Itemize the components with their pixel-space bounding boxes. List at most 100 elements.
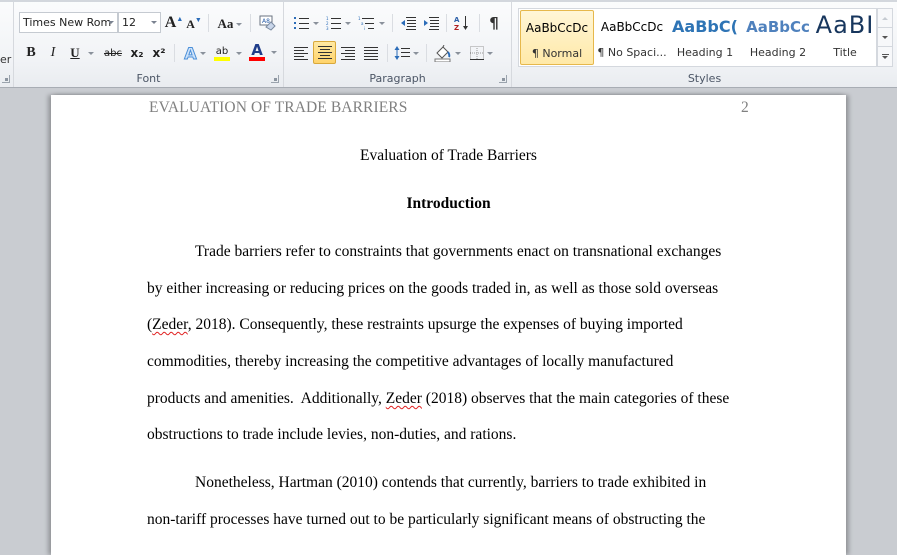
change-case-button[interactable]: Aa (216, 14, 244, 34)
highlight-button[interactable]: ab (212, 43, 244, 63)
text-effects-button[interactable]: A (182, 43, 208, 63)
subscript-icon: x₂ (130, 46, 144, 60)
separator (446, 14, 447, 32)
font-size-value: 12 (122, 16, 136, 29)
font-dialog-launcher[interactable] (271, 75, 279, 83)
multilevel-list-button[interactable]: 1ai (356, 13, 386, 33)
justify-button[interactable] (360, 42, 382, 64)
align-center-button[interactable] (313, 41, 336, 64)
chevron-down-icon (236, 22, 243, 26)
superscript-button[interactable]: x² (150, 43, 168, 63)
more-icon-bar (881, 54, 889, 55)
style-preview: AaBbC( (672, 17, 738, 36)
text-run: non-tariff processes have turned out to … (147, 511, 706, 528)
shading-button[interactable] (432, 42, 462, 64)
paragraph-group: 123 1ai A Z ¶ Paragraph (284, 2, 512, 87)
multilevel-list-icon: 1ai (358, 16, 374, 30)
increase-indent-button[interactable] (421, 13, 441, 33)
body-line: Trade barriers refer to constraints that… (195, 243, 721, 261)
grow-font-icon: A (164, 14, 177, 31)
shading-icon (434, 44, 450, 62)
paragraph-dialog-launcher[interactable] (499, 75, 507, 83)
borders-icon (469, 46, 484, 60)
highlight-color-bar (214, 56, 230, 61)
chevron-down-icon (87, 51, 94, 55)
underline-button[interactable]: U (67, 43, 97, 63)
font-color-icon: A (251, 41, 263, 59)
underline-icon: U (70, 45, 80, 60)
font-group: Times New Rom 12 A ▲ A ▼ Aa A8 B I U abc… (14, 2, 284, 87)
line-spacing-icon (394, 46, 410, 60)
style-title[interactable]: AaBI Title (814, 10, 876, 65)
gallery-scroll-up-button[interactable] (878, 9, 892, 28)
style-preview: AaBbCcDc (525, 21, 589, 35)
body-line: by either increasing or reducing prices … (147, 280, 718, 298)
misspelled-word[interactable]: Zeder (152, 316, 188, 333)
style-heading-1[interactable]: AaBbC( Heading 1 (668, 10, 742, 65)
style-name: Title (833, 46, 857, 59)
clipboard-group: er (0, 2, 14, 87)
text-run: commodities, thereby increasing the comp… (147, 353, 674, 370)
separator (479, 14, 480, 32)
separator (174, 44, 175, 62)
style-name: Heading 1 (676, 46, 734, 59)
increase-indent-icon (424, 17, 439, 30)
decrease-indent-button[interactable] (398, 13, 418, 33)
ribbon: er Times New Rom 12 A ▲ A ▼ Aa A8 B I U … (0, 0, 897, 88)
style-preview: AaBI (815, 11, 875, 39)
paragraph-group-label: Paragraph (369, 72, 426, 85)
clipboard-dialog-launcher[interactable] (2, 75, 10, 83)
body-line: (Zeder, 2018). Consequently, these restr… (147, 316, 683, 334)
italic-button[interactable]: I (44, 43, 62, 63)
document-title: Evaluation of Trade Barriers (360, 147, 537, 164)
style-normal[interactable]: AaBbCcDc ¶ Normal (520, 10, 594, 65)
sort-button[interactable]: A Z (451, 13, 473, 33)
separator (426, 44, 427, 62)
running-head: EVALUATION OF TRADE BARRIERS (149, 99, 408, 116)
chevron-down-icon (344, 21, 351, 25)
gallery-more-button[interactable] (878, 47, 892, 66)
shrink-font-button[interactable]: A ▼ (186, 14, 202, 34)
clear-formatting-button[interactable]: A8 (257, 13, 277, 33)
strikethrough-button[interactable]: abc (102, 43, 124, 63)
decrease-indent-icon (401, 17, 416, 30)
body-line: Nonetheless, Hartman (2010) contends tha… (195, 474, 706, 492)
chevron-down-icon (271, 50, 277, 54)
format-painter-label-fragment[interactable]: er (0, 53, 11, 66)
section-heading: Introduction (406, 195, 491, 212)
text-effects-icon: A (184, 43, 197, 63)
style-preview: AaBbCc (746, 18, 810, 36)
font-size-combo[interactable]: 12 (118, 12, 161, 33)
style-no-spacing[interactable]: AaBbCcDc ¶ No Spaci... (595, 10, 669, 65)
gallery-scroll-down-button[interactable] (878, 28, 892, 47)
show-hide-marks-button[interactable]: ¶ (484, 13, 504, 33)
subscript-button[interactable]: x₂ (128, 43, 146, 63)
text-run: obstructions to trade include levies, no… (147, 426, 517, 443)
align-right-button[interactable] (337, 42, 359, 64)
line-spacing-button[interactable] (392, 42, 420, 64)
styles-group: AaBbCcDc ¶ Normal AaBbCcDc ¶ No Spaci...… (512, 2, 897, 87)
text-run: Nonetheless, Hartman (2010) contends tha… (195, 474, 707, 491)
separator (208, 14, 209, 32)
svg-text:i: i (364, 26, 365, 30)
font-color-button[interactable]: A (248, 42, 278, 62)
body-line: products and amenities. Additionally, Ze… (147, 390, 729, 408)
borders-button[interactable] (466, 42, 496, 64)
document-page[interactable]: EVALUATION OF TRADE BARRIERS 2 Evaluatio… (51, 95, 846, 555)
grow-font-button[interactable]: A ▲ (164, 13, 184, 33)
font-name-combo[interactable]: Times New Rom (19, 12, 118, 33)
highlight-icon: ab (215, 45, 229, 57)
numbering-button[interactable]: 123 (324, 13, 352, 33)
sort-icon: A Z (454, 16, 468, 31)
align-left-button[interactable] (290, 42, 312, 64)
chevron-down-icon (882, 35, 888, 39)
svg-text:3: 3 (326, 26, 329, 30)
bold-button[interactable]: B (22, 43, 40, 63)
text-run: (2018) observes that the main categories… (421, 390, 730, 407)
bullets-button[interactable] (292, 13, 320, 33)
bold-icon: B (26, 45, 36, 60)
style-heading-2[interactable]: AaBbCc Heading 2 (741, 10, 815, 65)
misspelled-word[interactable]: Zeder (386, 390, 422, 407)
align-right-icon (341, 46, 355, 60)
separator (250, 14, 251, 32)
